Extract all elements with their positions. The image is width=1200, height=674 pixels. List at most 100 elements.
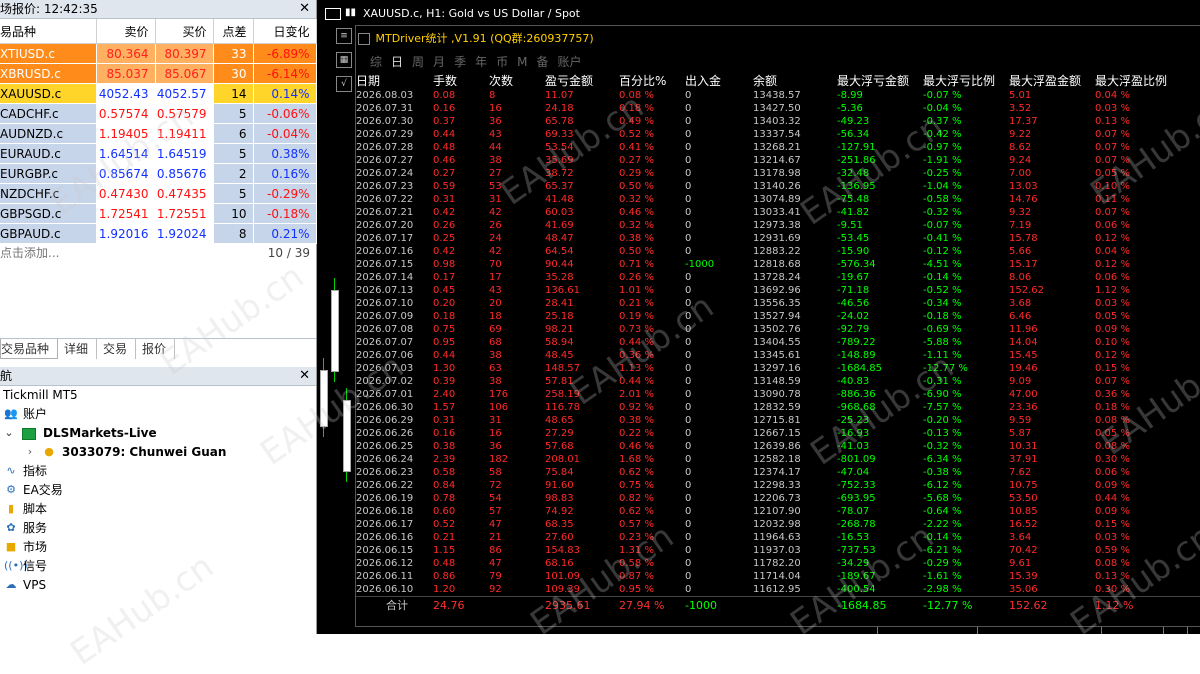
stats-column-header[interactable]: 最大浮盈金额 xyxy=(1009,71,1095,89)
stats-column-header[interactable]: 最大浮盈比例 xyxy=(1095,71,1200,89)
stats-row[interactable]: 2026.07.21 0.42 42 60.03 0.46 % 0 13033.41 -41.… xyxy=(356,206,1200,219)
grid-icon[interactable]: ▦ xyxy=(336,52,352,68)
symbol-row[interactable]: EURGBP.c 0.85674 0.85676 2 0.16% xyxy=(0,163,317,184)
stats-row[interactable]: 2026.06.10 1.20 92 109.39 0.95 % 0 11612.95 -40… xyxy=(356,583,1200,597)
nav-vps[interactable]: ☁ VPS xyxy=(0,576,316,595)
stats-row[interactable]: 2026.06.24 2.39 182 208.01 1.68 % 0 12582.18 -8… xyxy=(356,453,1200,466)
chevron-right-icon[interactable]: › xyxy=(23,445,37,459)
symbol-row[interactable]: XAUUSD.c 4052.43 4052.57 14 0.14% xyxy=(0,83,317,104)
stats-row[interactable]: 2026.06.16 0.21 21 27.60 0.23 % 0 11964.63 -16.… xyxy=(356,531,1200,544)
nav-expert-advisors[interactable]: ⚙ EA交易 xyxy=(0,481,316,500)
chevron-down-icon[interactable]: ⌄ xyxy=(2,426,16,440)
stats-row[interactable]: 2026.07.27 0.46 38 35.69 0.27 % 0 13214.67 -251… xyxy=(356,154,1200,167)
stats-column-header[interactable]: 最大浮亏比例 xyxy=(923,71,1009,89)
symbol-row[interactable]: GBPAUD.c 1.92016 1.92024 8 0.21% xyxy=(0,223,317,244)
stats-column-header[interactable]: 余额 xyxy=(753,71,837,89)
stats-row[interactable]: 2026.07.08 0.75 69 98.21 0.73 % 0 13502.76 -92.… xyxy=(356,323,1200,336)
nav-account[interactable]: › ● 3033079: Chunwei Guan xyxy=(0,443,316,462)
nav-signals[interactable]: ((•)) 信号 xyxy=(0,557,316,576)
period-tab[interactable]: 账户 xyxy=(557,55,581,69)
stats-column-header[interactable]: 手数 xyxy=(433,71,489,89)
stats-row[interactable]: 2026.07.23 0.59 53 65.37 0.50 % 0 13140.26 -136… xyxy=(356,180,1200,193)
nav-market[interactable]: ■ 市场 xyxy=(0,538,316,557)
chart-mode-icon[interactable]: √ xyxy=(336,76,352,92)
period-tab[interactable]: 月 xyxy=(433,55,445,69)
symbol-row[interactable]: AUDNZD.c 1.19405 1.19411 6 -0.04% xyxy=(0,123,317,144)
symbol-row[interactable]: CADCHF.c 0.57574 0.57579 5 -0.06% xyxy=(0,103,317,124)
tab-trading[interactable]: 交易 xyxy=(103,339,137,359)
stats-row[interactable]: 2026.07.09 0.18 18 25.18 0.19 % 0 13527.94 -24.… xyxy=(356,310,1200,323)
symbol-row[interactable]: NZDCHF.c 0.47430 0.47435 5 -0.29% xyxy=(0,183,317,204)
stats-column-header[interactable]: 最大浮亏金额 xyxy=(837,71,923,89)
stats-row[interactable]: 2026.06.30 1.57 106 116.78 0.92 % 0 12832.59 -9… xyxy=(356,401,1200,414)
stats-row[interactable]: 2026.06.22 0.84 72 91.60 0.75 % 0 12298.33 -752… xyxy=(356,479,1200,492)
stats-row[interactable]: 2026.08.03 0.08 8 11.07 0.08 % 0 13438.57 -8.99… xyxy=(356,89,1200,102)
period-tab[interactable]: 币 xyxy=(496,55,508,69)
stats-row[interactable]: 2026.07.31 0.16 16 24.18 0.18 % 0 13427.50 -5.3… xyxy=(356,102,1200,115)
period-tab[interactable]: 备 xyxy=(536,55,548,69)
stats-row[interactable]: 2026.06.15 1.15 86 154.83 1.31 % 0 11937.03 -73… xyxy=(356,544,1200,557)
stats-row[interactable]: 2026.07.02 0.39 38 57.81 0.44 % 0 13148.59 -40.… xyxy=(356,375,1200,388)
symbol-row[interactable]: EURAUD.c 1.64514 1.64519 5 0.38% xyxy=(0,143,317,164)
symbol-row[interactable]: XBRUSD.c 85.037 85.067 30 -6.14% xyxy=(0,63,317,84)
stats-column-header[interactable]: 出入金 xyxy=(685,71,753,89)
symbol-row[interactable]: XTIUSD.c 80.364 80.397 33 -6.89% xyxy=(0,43,317,64)
stats-row[interactable]: 2026.07.29 0.44 43 69.33 0.52 % 0 13337.54 -56.… xyxy=(356,128,1200,141)
stats-row[interactable]: 2026.07.07 0.95 68 58.94 0.44 % 0 13404.55 -789… xyxy=(356,336,1200,349)
tab-details[interactable]: 详细 xyxy=(64,339,98,359)
stats-row[interactable]: 2026.07.24 0.27 27 38.72 0.29 % 0 13178.98 -32.… xyxy=(356,167,1200,180)
stats-row[interactable]: 2026.06.11 0.86 79 101.09 0.87 % 0 11714.04 -18… xyxy=(356,570,1200,583)
stats-row[interactable]: 2026.07.17 0.25 24 48.47 0.38 % 0 12931.69 -53.… xyxy=(356,232,1200,245)
stats-column-header[interactable]: 盈亏金额 xyxy=(545,71,619,89)
nav-server[interactable]: ⌄ DLSMarkets-Live xyxy=(0,424,316,443)
period-tab[interactable]: 综 xyxy=(370,55,382,69)
column-header-symbol[interactable]: 易品种 xyxy=(0,19,97,44)
period-tab[interactable]: 季 xyxy=(454,55,466,69)
period-tab[interactable]: 周 xyxy=(412,55,424,69)
period-tab[interactable]: M xyxy=(517,55,527,69)
stats-row[interactable]: 2026.06.12 0.48 47 68.16 0.58 % 0 11782.20 -34.… xyxy=(356,557,1200,570)
stats-row[interactable]: 2026.06.25 0.38 36 57.68 0.46 % 0 12639.86 -41.… xyxy=(356,440,1200,453)
add-symbol-row[interactable]: 点击添加... 10 / 39 xyxy=(0,244,316,262)
stats-row[interactable]: 2026.07.30 0.37 36 65.78 0.49 % 0 13403.32 -49.… xyxy=(356,115,1200,128)
stats-row[interactable]: 2026.07.06 0.44 38 48.45 0.36 % 0 13345.61 -148… xyxy=(356,349,1200,362)
add-symbol-label[interactable]: 点击添加... xyxy=(0,246,59,260)
stats-column-header[interactable]: 百分比% xyxy=(619,71,685,89)
stats-row[interactable]: 2026.07.15 0.98 70 90.44 0.71 % -1000 12818.68… xyxy=(356,258,1200,271)
stats-column-header[interactable]: 日期 xyxy=(356,71,433,89)
stats-row[interactable]: 2026.07.22 0.31 31 41.48 0.32 % 0 13074.89 -75.… xyxy=(356,193,1200,206)
close-icon[interactable]: ✕ xyxy=(299,367,310,385)
nav-broker[interactable]: Tickmill MT5 xyxy=(0,386,316,405)
stats-column-header[interactable]: 次数 xyxy=(489,71,545,89)
period-tab[interactable]: 日 xyxy=(391,55,403,69)
stats-row[interactable]: 2026.07.10 0.20 20 28.41 0.21 % 0 13556.35 -46.… xyxy=(356,297,1200,310)
nav-services[interactable]: ✿ 服务 xyxy=(0,519,316,538)
checkbox-icon[interactable] xyxy=(358,33,370,45)
nav-indicators[interactable]: ∿ 指标 xyxy=(0,462,316,481)
stats-row[interactable]: 2026.07.01 2.40 176 258.19 2.01 % 0 13090.78 -8… xyxy=(356,388,1200,401)
column-header-change[interactable]: 日变化 xyxy=(253,19,317,44)
stats-row[interactable]: 2026.06.23 0.58 58 75.84 0.62 % 0 12374.17 -47.… xyxy=(356,466,1200,479)
stats-row[interactable]: 2026.06.18 0.60 57 74.92 0.62 % 0 12107.90 -78.… xyxy=(356,505,1200,518)
tab-ticks[interactable]: 报价 xyxy=(142,339,176,359)
close-icon[interactable]: ✕ xyxy=(299,0,310,18)
stats-row[interactable]: 2026.06.17 0.52 47 68.35 0.57 % 0 12032.98 -268… xyxy=(356,518,1200,531)
stats-row[interactable]: 2026.06.29 0.31 31 48.65 0.38 % 0 12715.81 -25.… xyxy=(356,414,1200,427)
column-header-bid[interactable]: 卖价 xyxy=(96,19,156,44)
stats-row[interactable]: 2026.07.13 0.45 43 136.61 1.01 % 0 13692.96 -71… xyxy=(356,284,1200,297)
stats-row[interactable]: 2026.07.28 0.48 44 53.54 0.41 % 0 13268.21 -127… xyxy=(356,141,1200,154)
stats-row[interactable]: 2026.06.26 0.16 16 27.29 0.22 % 0 12667.15 -16.… xyxy=(356,427,1200,440)
stats-row[interactable]: 2026.07.16 0.42 42 64.54 0.50 % 0 12883.22 -15.… xyxy=(356,245,1200,258)
stats-row[interactable]: 2026.06.19 0.78 54 98.83 0.82 % 0 12206.73 -693… xyxy=(356,492,1200,505)
stats-row[interactable]: 2026.07.20 0.26 26 41.69 0.32 % 0 12973.38 -9.5… xyxy=(356,219,1200,232)
tab-symbols[interactable]: 交易品种 xyxy=(0,339,59,359)
column-header-ask[interactable]: 买价 xyxy=(155,19,214,44)
period-tab[interactable]: 年 xyxy=(475,55,487,69)
symbol-row[interactable]: GBPSGD.c 1.72541 1.72551 10 -0.18% xyxy=(0,203,317,224)
column-header-spread[interactable]: 点差 xyxy=(213,19,254,44)
nav-scripts[interactable]: ▮ 脚本 xyxy=(0,500,316,519)
panel-toggle-icon[interactable]: ≡ xyxy=(336,28,352,44)
nav-accounts[interactable]: 👥 账户 xyxy=(0,405,316,424)
stats-row[interactable]: 2026.07.14 0.17 17 35.28 0.26 % 0 13728.24 -19.… xyxy=(356,271,1200,284)
stats-row[interactable]: 2026.07.03 1.30 63 148.57 1.13 % 0 13297.16 -16… xyxy=(356,362,1200,375)
